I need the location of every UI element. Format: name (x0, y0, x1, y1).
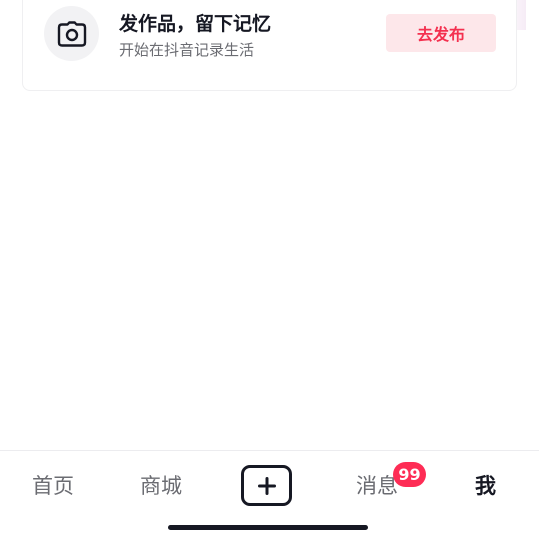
tab-mall[interactable]: 商城 (140, 470, 182, 500)
home-indicator[interactable] (168, 525, 368, 530)
tab-me[interactable]: 我 (475, 470, 496, 500)
create-button[interactable] (241, 465, 292, 506)
card-title: 发作品，留下记忆 (119, 13, 272, 35)
messages-badge: 99 (393, 462, 426, 487)
plus-icon (257, 476, 276, 495)
card-subtitle: 开始在抖音记录生活 (119, 41, 255, 59)
tab-home[interactable]: 首页 (32, 470, 74, 500)
tab-messages[interactable]: 消息 (356, 470, 398, 500)
camera-icon (57, 20, 86, 47)
publish-button[interactable]: 去发布 (386, 14, 496, 52)
camera-icon-container[interactable] (44, 6, 99, 61)
